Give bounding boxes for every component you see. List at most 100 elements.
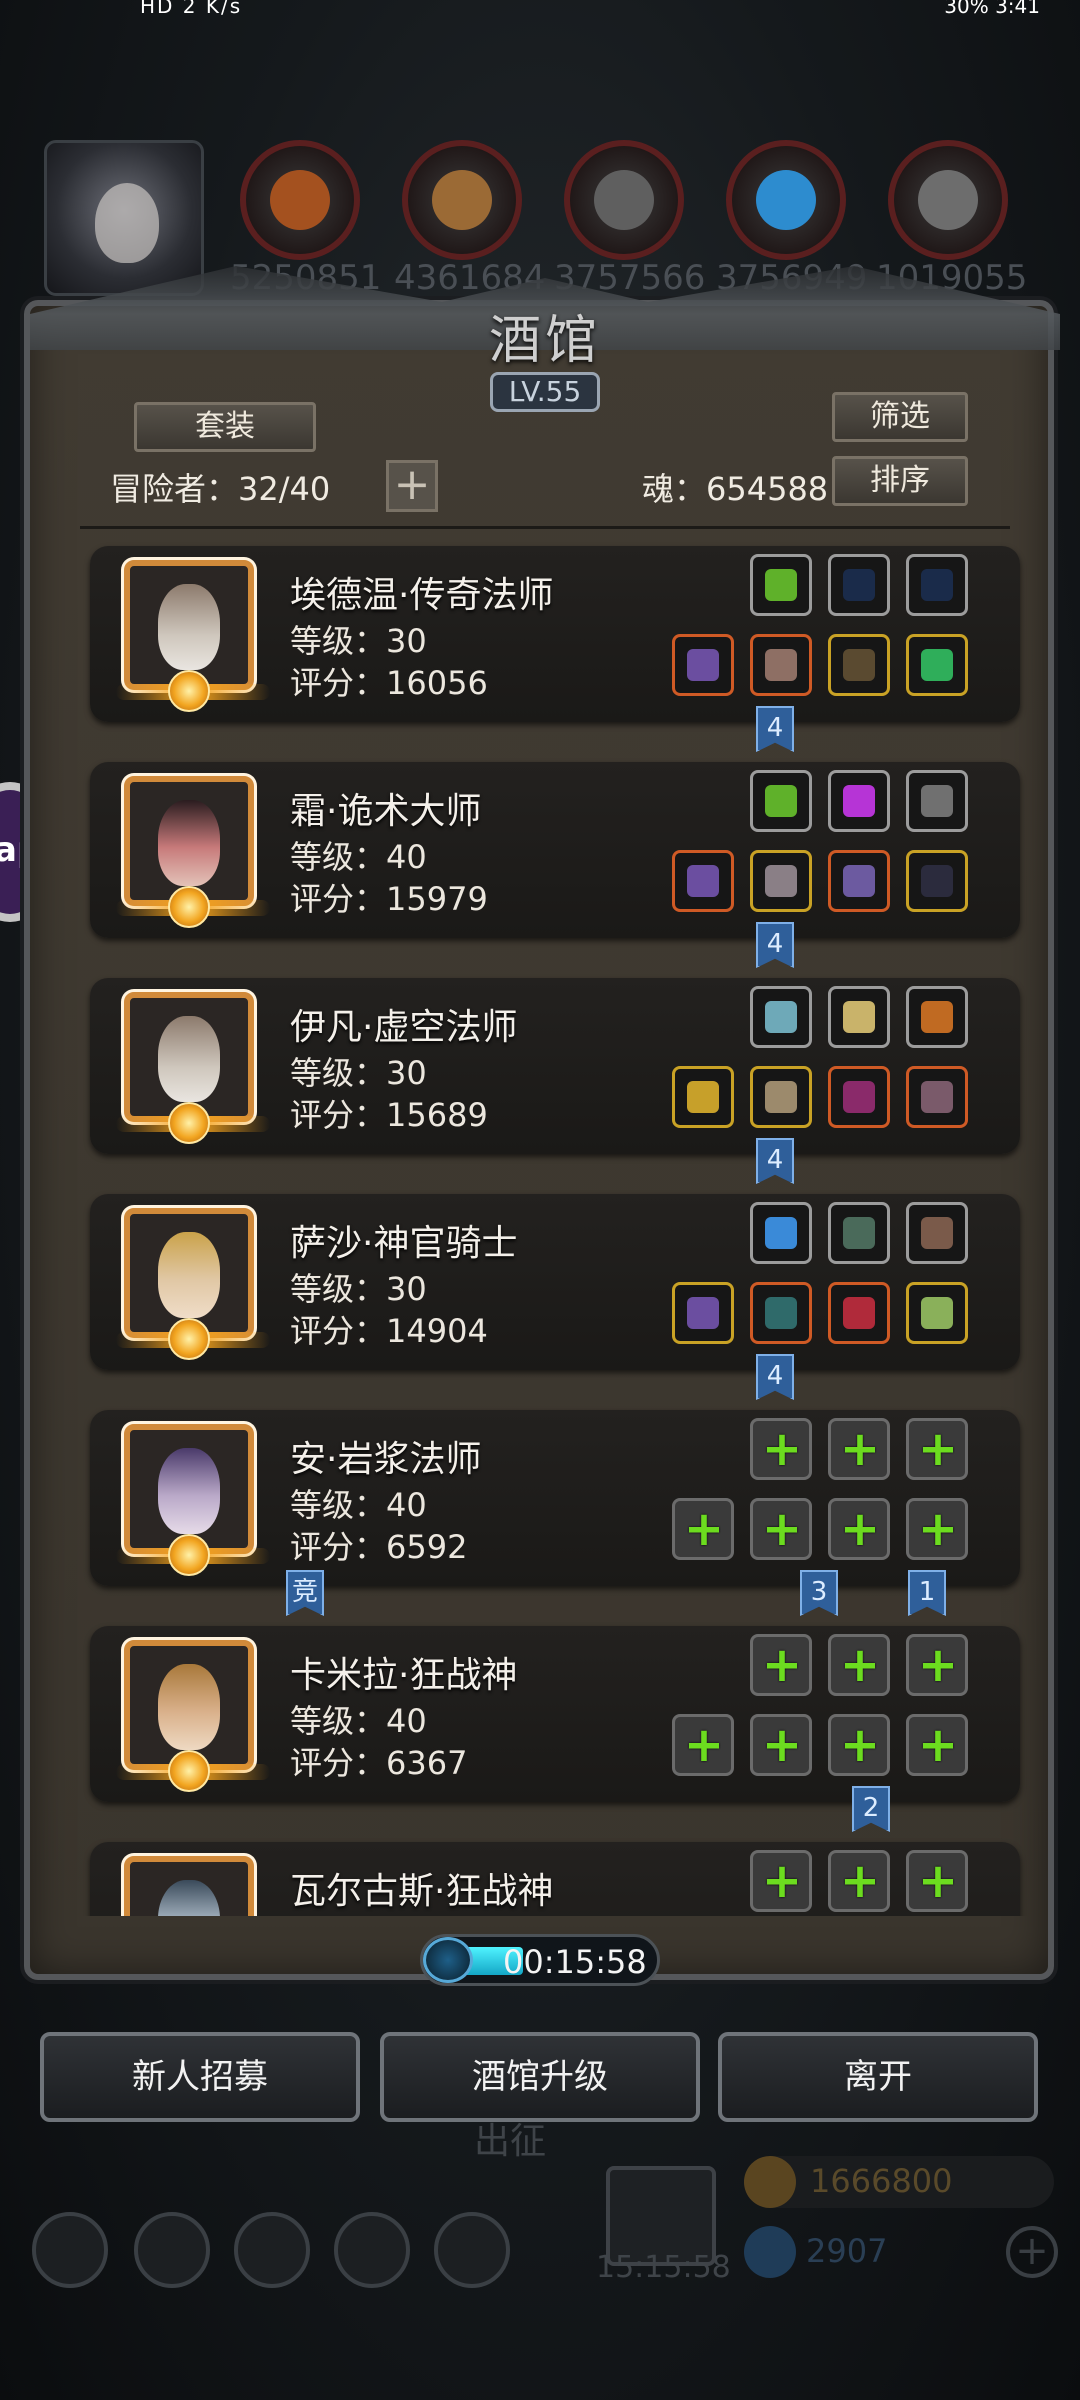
rank-badge-icon [168,1534,210,1576]
hero-portrait [116,1640,270,1792]
hero-list[interactable]: 埃德温·传奇法师 等级：30 评分：16056 4 霜·诡术大师 等级：40 评… [60,536,1030,1916]
hero-name: 萨沙·神官骑士 [290,1223,518,1264]
equip-slot-lantern-icon[interactable] [906,986,968,1048]
equip-slot-gauntlet-icon[interactable] [906,1066,968,1128]
equip-slot-dagger-icon[interactable] [906,770,968,832]
empty-slot-add-icon[interactable]: + [828,1634,890,1696]
recruit-button[interactable]: 新人招募 [40,2032,360,2122]
status-bar-left: HD 2 K/s [140,0,243,18]
equip-slot-pendant-icon[interactable] [828,1282,890,1344]
filter-button[interactable]: 筛选 [832,392,968,442]
add-adventurer-slot-button[interactable]: + [386,460,438,512]
empty-slot-add-icon[interactable]: + [828,1850,890,1912]
hero-name: 卡米拉·狂战神 [290,1655,518,1696]
menu-settings-icon [434,2212,510,2288]
adventurer-count: 冒险者：32/40 [110,470,331,508]
rune-count-flag: 4 [756,1138,794,1184]
hero-card[interactable]: 安·岩浆法师 等级：40 评分：6592 + + + + + + + [90,1410,1020,1586]
equip-slot-orb-icon[interactable] [750,986,812,1048]
empty-slot-add-icon[interactable]: + [828,1418,890,1480]
hero-card[interactable]: 瓦尔古斯·狂战神 + + + [90,1842,1020,1916]
hero-portrait [124,1856,254,1916]
equip-slot-gem-icon[interactable] [828,770,890,832]
crystal-resource-icon [726,140,846,260]
ore-resource-icon [240,140,360,260]
menu-star-icon [134,2212,210,2288]
rank-badge-icon [168,1750,210,1792]
equip-slot-bow-icon[interactable] [906,554,968,616]
set-button[interactable]: 套装 [134,402,316,452]
hero-portrait [116,560,270,712]
tavern-refresh-timer: 00:15:58 [420,1934,660,1986]
menu-mail-icon [334,2212,410,2288]
equip-slot-amulet-icon[interactable] [750,770,812,832]
equip-slot-bow-icon[interactable] [828,554,890,616]
hero-card[interactable]: 埃德温·传奇法师 等级：30 评分：16056 [90,546,1020,722]
equip-slot-ring-icon[interactable] [906,634,968,696]
equip-slot-boots-icon[interactable] [828,850,890,912]
equip-slot-necklace-icon[interactable] [906,850,968,912]
empty-slot-add-icon[interactable]: + [906,1498,968,1560]
empty-slot-add-icon[interactable]: + [750,1418,812,1480]
equip-slot-robe-icon[interactable] [750,1066,812,1128]
equip-slot-emblem-icon[interactable] [828,1202,890,1264]
empty-slot-add-icon[interactable]: + [672,1714,734,1776]
sort-button[interactable]: 排序 [832,456,968,506]
empty-slot-add-icon[interactable]: + [750,1850,812,1912]
equip-slot-pendant-icon[interactable] [828,1066,890,1128]
iron-resource-icon [888,140,1008,260]
stone-resource-icon [564,140,684,260]
wood-resource-icon [402,140,522,260]
equip-slot-bracelet-icon[interactable] [906,1282,968,1344]
rune-count-flag: 4 [756,1354,794,1400]
hero-portrait [116,776,270,928]
hero-card[interactable]: 卡米拉·狂战神 等级：40 评分：6367 + + + + + + + [90,1626,1020,1802]
equip-slot-scepter-icon[interactable] [672,1282,734,1344]
equip-slot-feather-icon[interactable] [906,1202,968,1264]
equip-slot-orb-icon[interactable] [750,1202,812,1264]
hero-card[interactable]: 霜·诡术大师 等级：40 评分：15979 [90,762,1020,938]
equip-slot-armor-icon[interactable] [750,1282,812,1344]
equip-slot-staff-icon[interactable] [672,634,734,696]
empty-slot-add-icon[interactable]: + [828,1714,890,1776]
hero-card[interactable]: 伊凡·虚空法师 等级：30 评分：15689 [90,978,1020,1154]
equip-slot-mace-icon[interactable] [672,1066,734,1128]
leave-button[interactable]: 离开 [718,2032,1038,2122]
equip-slot-helmet-icon[interactable] [828,634,890,696]
equip-slot-amulet-icon[interactable] [750,554,812,616]
empty-slot-add-icon[interactable]: + [750,1634,812,1696]
equip-slot-armor-icon[interactable] [750,634,812,696]
hero-score: 评分：14904 [290,1312,488,1350]
empty-slot-add-icon[interactable]: + [906,1634,968,1696]
tavern-panel: 酒馆 LV.55 套装 筛选 排序 冒险者：32/40 + 魂：654588 埃… [24,266,1060,1980]
avatar-face [95,183,159,263]
add-gems-icon: + [1006,2226,1058,2278]
empty-slot-add-icon[interactable]: + [906,1418,968,1480]
hero-portrait [116,1424,270,1576]
empty-slot-add-icon[interactable]: + [750,1714,812,1776]
rank-badge-icon [168,1318,210,1360]
rank-badge-icon [168,1102,210,1144]
empty-slot-add-icon[interactable]: + [828,1498,890,1560]
status-bar-right: 30% 3:41 [944,0,1040,18]
hero-name: 瓦尔古斯·狂战神 [290,1871,554,1912]
hero-face [158,1016,220,1102]
hero-face [158,1232,220,1318]
empty-slot-add-icon[interactable]: + [906,1714,968,1776]
equip-slot-wand-icon[interactable] [828,986,890,1048]
rank-badge-icon [168,670,210,712]
empty-slot-add-icon[interactable]: + [906,1850,968,1912]
hero-card[interactable]: 萨沙·神官骑士 等级：30 评分：14904 [90,1194,1020,1370]
equip-slot-armor-icon[interactable] [750,850,812,912]
empty-slot-add-icon[interactable]: + [672,1498,734,1560]
hero-score: 评分：16056 [290,664,488,702]
upgrade-tavern-button[interactable]: 酒馆升级 [380,2032,700,2122]
player-avatar[interactable] [44,140,204,296]
empty-slot-add-icon[interactable]: + [750,1498,812,1560]
hero-score: 评分：6592 [290,1528,468,1566]
hero-face [158,1664,220,1750]
rune-count-flag: 3 [800,1570,838,1616]
equip-slot-spear-icon[interactable] [672,850,734,912]
hero-level: 等级：30 [290,1270,427,1308]
timer-text: 00:15:58 [503,1943,647,1981]
